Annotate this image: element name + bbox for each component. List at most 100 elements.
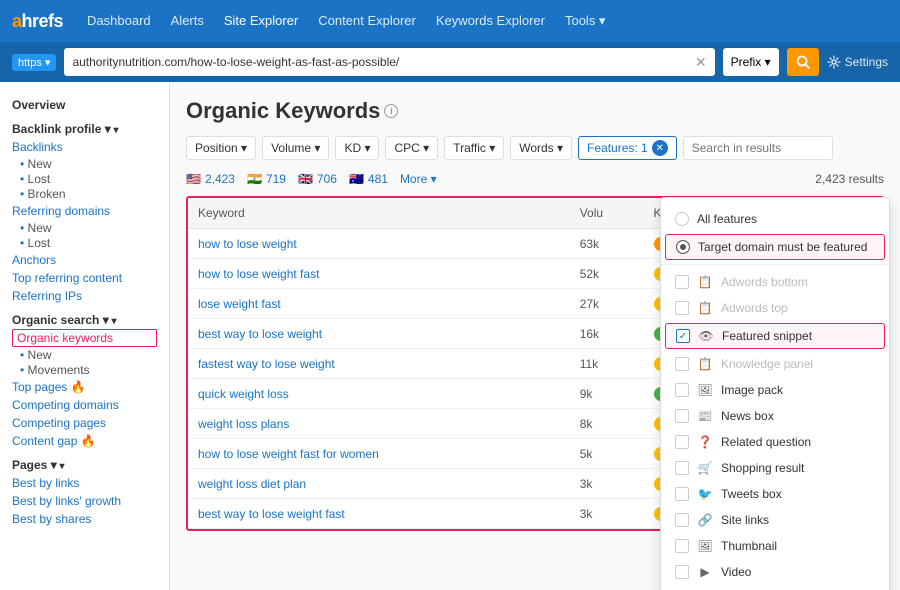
sidebar-backlinks-lost[interactable]: Lost bbox=[12, 172, 157, 186]
sidebar-overview[interactable]: Overview bbox=[12, 98, 157, 112]
col-keyword[interactable]: Keyword bbox=[188, 198, 570, 229]
stat-gb[interactable]: 🇬🇧 706 bbox=[298, 172, 337, 186]
sidebar-backlink-profile[interactable]: Backlink profile ▾ bbox=[12, 122, 157, 136]
cb-featured-snippet bbox=[676, 329, 690, 343]
sidebar-referring-lost[interactable]: Lost bbox=[12, 236, 157, 250]
stat-au[interactable]: 🇦🇺 481 bbox=[349, 172, 388, 186]
filter-features[interactable]: Features: 1 ✕ bbox=[578, 136, 677, 160]
sidebar-anchors[interactable]: Anchors bbox=[12, 251, 157, 269]
thumbnail-label: Thumbnail bbox=[721, 539, 777, 553]
search-results-input[interactable] bbox=[683, 136, 833, 160]
settings-label: Settings bbox=[845, 55, 888, 69]
stat-in[interactable]: 🇮🇳 719 bbox=[247, 172, 286, 186]
sidebar-competing-pages[interactable]: Competing pages bbox=[12, 414, 157, 432]
more-countries-button[interactable]: More ▾ bbox=[400, 172, 437, 186]
sidebar-pages[interactable]: Pages ▾ bbox=[12, 458, 157, 472]
dropdown-image-pack[interactable]: 🖼 Image pack bbox=[661, 377, 889, 403]
sidebar-top-referring[interactable]: Top referring content bbox=[12, 269, 157, 287]
sidebar-top-pages[interactable]: Top pages 🔥 bbox=[12, 378, 157, 396]
volume-cell: 3k bbox=[570, 499, 644, 529]
sidebar-best-shares[interactable]: Best by shares bbox=[12, 510, 157, 528]
adwords-top-icon: 📋 bbox=[697, 301, 713, 315]
filter-traffic[interactable]: Traffic ▾ bbox=[444, 136, 504, 160]
dropdown-thumbnail[interactable]: 🖼 Thumbnail bbox=[661, 533, 889, 559]
filter-kd[interactable]: KD ▾ bbox=[335, 136, 379, 160]
nav-content-explorer[interactable]: Content Explorer bbox=[310, 9, 424, 33]
col-volume[interactable]: Volu bbox=[570, 198, 644, 229]
dropdown-related-question[interactable]: ❓ Related question bbox=[661, 429, 889, 455]
nav-items: Dashboard Alerts Site Explorer Content E… bbox=[79, 9, 613, 33]
logo: ahrefs bbox=[12, 11, 63, 32]
info-icon[interactable]: i bbox=[384, 104, 398, 118]
cb-tweets-box bbox=[675, 487, 689, 501]
news-box-icon: 📰 bbox=[697, 409, 713, 423]
filter-position[interactable]: Position ▾ bbox=[186, 136, 256, 160]
sidebar-organic-keywords[interactable]: Organic keywords bbox=[12, 329, 157, 347]
keyword-link[interactable]: fastest way to lose weight bbox=[198, 357, 335, 371]
all-features-label: All features bbox=[697, 212, 757, 226]
keyword-cell: best way to lose weight bbox=[188, 319, 570, 349]
nav-keywords-explorer[interactable]: Keywords Explorer bbox=[428, 9, 553, 33]
cb-thumbnail bbox=[675, 539, 689, 553]
search-button[interactable] bbox=[787, 48, 819, 76]
dropdown-news-box[interactable]: 📰 News box bbox=[661, 403, 889, 429]
clear-url-icon[interactable]: ✕ bbox=[695, 54, 707, 71]
stats-row: 🇺🇸 2,423 🇮🇳 719 🇬🇧 706 🇦🇺 481 More ▾ 2,4… bbox=[186, 172, 884, 186]
features-clear-button[interactable]: ✕ bbox=[652, 140, 668, 156]
sidebar-backlinks-broken[interactable]: Broken bbox=[12, 187, 157, 201]
dropdown-site-links[interactable]: 🔗 Site links bbox=[661, 507, 889, 533]
filter-words[interactable]: Words ▾ bbox=[510, 136, 572, 160]
sidebar-section-organic: Organic search ▾ Organic keywords New Mo… bbox=[0, 309, 169, 454]
video-label: Video bbox=[721, 565, 751, 579]
dropdown-all-features[interactable]: All features bbox=[661, 206, 889, 232]
protocol-selector[interactable]: https ▾ bbox=[12, 54, 56, 71]
tweets-box-icon: 🐦 bbox=[697, 487, 713, 501]
volume-cell: 9k bbox=[570, 379, 644, 409]
keyword-link[interactable]: how to lose weight fast bbox=[198, 267, 319, 281]
radio-target-featured bbox=[676, 240, 690, 254]
nav-tools[interactable]: Tools ▾ bbox=[557, 9, 614, 33]
sidebar-referring-domains[interactable]: Referring domains bbox=[12, 202, 157, 220]
settings-button[interactable]: Settings bbox=[827, 55, 888, 69]
keyword-link[interactable]: lose weight fast bbox=[198, 297, 281, 311]
dropdown-video[interactable]: ▶ Video bbox=[661, 559, 889, 585]
sidebar-referring-new[interactable]: New bbox=[12, 221, 157, 235]
radio-all-features bbox=[675, 212, 689, 226]
sidebar-backlinks[interactable]: Backlinks bbox=[12, 138, 157, 156]
keyword-link[interactable]: how to lose weight bbox=[198, 237, 297, 251]
sidebar-competing-domains[interactable]: Competing domains bbox=[12, 396, 157, 414]
sidebar-organic-movements[interactable]: Movements bbox=[12, 363, 157, 377]
dropdown-tweets-box[interactable]: 🐦 Tweets box bbox=[661, 481, 889, 507]
keyword-link[interactable]: weight loss diet plan bbox=[198, 477, 306, 491]
dropdown-featured-snippet[interactable]: 👁 Featured snippet bbox=[665, 323, 885, 349]
keyword-link[interactable]: best way to lose weight bbox=[198, 327, 322, 341]
filter-volume[interactable]: Volume ▾ bbox=[262, 136, 329, 160]
nav-site-explorer[interactable]: Site Explorer bbox=[216, 9, 306, 33]
keyword-link[interactable]: quick weight loss bbox=[198, 387, 289, 401]
sidebar-organic-search[interactable]: Organic search ▾ bbox=[12, 313, 157, 327]
sidebar-backlinks-new[interactable]: New bbox=[12, 157, 157, 171]
volume-cell: 5k bbox=[570, 439, 644, 469]
keyword-cell: quick weight loss bbox=[188, 379, 570, 409]
keyword-link[interactable]: how to lose weight fast for women bbox=[198, 447, 379, 461]
dropdown-target-featured[interactable]: Target domain must be featured bbox=[665, 234, 885, 260]
url-input[interactable] bbox=[72, 55, 694, 69]
keyword-link[interactable]: weight loss plans bbox=[198, 417, 289, 431]
sidebar-organic-new[interactable]: New bbox=[12, 348, 157, 362]
filter-cpc[interactable]: CPC ▾ bbox=[385, 136, 438, 160]
features-label: Features: 1 bbox=[587, 141, 648, 155]
image-pack-icon: 🖼 bbox=[697, 383, 713, 397]
stat-us[interactable]: 🇺🇸 2,423 bbox=[186, 172, 235, 186]
dropdown-shopping-result[interactable]: 🛒 Shopping result bbox=[661, 455, 889, 481]
sidebar-content-gap[interactable]: Content gap 🔥 bbox=[12, 432, 157, 450]
keyword-link[interactable]: best way to lose weight fast bbox=[198, 507, 345, 521]
search-icon bbox=[796, 55, 810, 69]
target-featured-label: Target domain must be featured bbox=[698, 240, 867, 254]
sidebar-best-links-growth[interactable]: Best by links' growth bbox=[12, 492, 157, 510]
sidebar-referring-ips[interactable]: Referring IPs bbox=[12, 287, 157, 305]
shopping-result-label: Shopping result bbox=[721, 461, 804, 475]
nav-dashboard[interactable]: Dashboard bbox=[79, 9, 159, 33]
prefix-dropdown[interactable]: Prefix ▾ bbox=[723, 48, 779, 76]
nav-alerts[interactable]: Alerts bbox=[163, 9, 212, 33]
sidebar-best-links[interactable]: Best by links bbox=[12, 474, 157, 492]
